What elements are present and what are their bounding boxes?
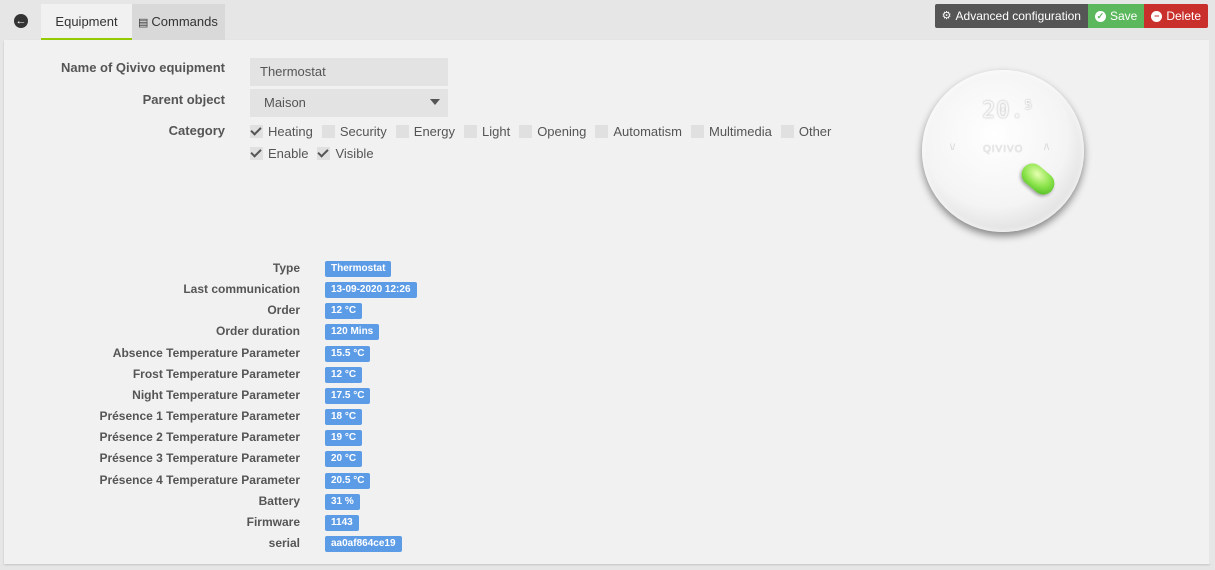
check-circle-icon: ✓ xyxy=(1094,10,1106,22)
info-label: Absence Temperature Parameter xyxy=(112,346,300,360)
info-label: Last communication xyxy=(183,282,300,296)
minus-circle-icon: − xyxy=(1151,10,1163,22)
advanced-configuration-label: Advanced configuration xyxy=(955,9,1081,23)
info-value-badge: 18 °C xyxy=(325,409,363,425)
info-label: Firmware xyxy=(246,515,300,529)
info-value-badge: 13-09-2020 12:26 xyxy=(325,282,417,298)
info-value-badge: 120 Mins xyxy=(325,324,380,340)
checkbox-box xyxy=(519,124,533,138)
info-value-badge: Thermostat xyxy=(325,261,392,277)
tab-equipment[interactable]: Equipment xyxy=(41,4,132,40)
category-checkbox[interactable]: Security xyxy=(321,123,387,139)
list-icon: ▤ xyxy=(138,17,149,29)
info-value-badge: 19 °C xyxy=(325,430,363,446)
category-label: Multimedia xyxy=(708,123,772,139)
checkbox-box xyxy=(463,124,477,138)
thermostat-image: 20.5 \/ QIVIVO /\ xyxy=(922,70,1084,232)
chevron-down-icon: \/ xyxy=(950,142,956,152)
category-label: Other xyxy=(798,123,832,139)
status-checkboxes: Enable Visible xyxy=(250,144,383,162)
category-label: Opening xyxy=(537,123,587,139)
display-sup: 5 xyxy=(1024,98,1033,112)
parent-object-select[interactable]: Maison xyxy=(250,89,448,117)
info-label: Présence 4 Temperature Parameter xyxy=(99,473,300,487)
enable-checkbox[interactable]: Enable xyxy=(250,146,308,161)
category-checkbox[interactable]: Multimedia xyxy=(690,123,772,139)
cogs-icon: ⚙ xyxy=(941,10,952,22)
info-value-badge: 20 °C xyxy=(325,451,363,467)
category-checkbox[interactable]: Automatism xyxy=(595,124,682,139)
category-checkbox[interactable]: Opening xyxy=(519,124,586,139)
category-label: Automatism xyxy=(613,123,682,139)
delete-button[interactable]: − Delete xyxy=(1144,4,1208,28)
info-value-badge: 12 °C xyxy=(325,367,363,383)
info-label: Présence 2 Temperature Parameter xyxy=(99,430,300,444)
arrow-left-circle-icon: ← xyxy=(14,14,28,28)
action-buttons: ⚙ Advanced configuration ✓ Save − Delete xyxy=(934,4,1208,28)
save-button[interactable]: ✓ Save xyxy=(1087,4,1145,28)
chevron-down-icon xyxy=(430,99,440,105)
checkbox-box xyxy=(395,124,409,138)
info-value-badge: 1143 xyxy=(325,515,359,531)
category-label: Light xyxy=(481,123,511,139)
info-label: Order xyxy=(267,303,300,317)
category-checkboxes: Heating Security Energy Light Opening Automat… xyxy=(250,122,840,140)
tab-commands[interactable]: ▤ Commands xyxy=(132,4,225,40)
checkbox-box xyxy=(690,124,704,138)
category-label: Energy xyxy=(413,123,455,139)
info-value-badge: aa0af864ce19 xyxy=(325,536,402,552)
info-label: Présence 3 Temperature Parameter xyxy=(99,451,300,465)
checkbox-box xyxy=(317,146,331,160)
category-label: Heating xyxy=(268,123,313,139)
checkbox-box xyxy=(250,146,263,160)
advanced-configuration-button[interactable]: ⚙ Advanced configuration xyxy=(934,4,1088,28)
delete-label: Delete xyxy=(1166,9,1201,23)
save-label: Save xyxy=(1109,9,1138,23)
visible-label: Visible xyxy=(335,145,374,161)
thermostat-display: 20.5 xyxy=(982,98,1033,123)
category-checkbox[interactable]: Light xyxy=(463,123,511,139)
checkbox-box xyxy=(321,124,335,138)
enable-label: Enable xyxy=(268,145,309,161)
tab-commands-label: Commands xyxy=(151,14,218,29)
category-checkbox[interactable]: Heating xyxy=(250,124,313,139)
tab-equipment-label: Equipment xyxy=(55,14,118,29)
info-value-badge: 17.5 °C xyxy=(325,388,371,404)
info-label: Type xyxy=(272,261,300,275)
checkbox-box xyxy=(595,124,609,138)
category-label: Category xyxy=(168,123,225,138)
info-value-badge: 15.5 °C xyxy=(325,346,371,362)
info-label: Order duration xyxy=(215,324,300,338)
back-button[interactable]: ← xyxy=(8,8,34,34)
visible-checkbox[interactable]: Visible xyxy=(317,145,374,161)
info-label: Frost Temperature Parameter xyxy=(132,367,300,381)
device-brand: QIVIVO xyxy=(983,144,1024,155)
scrollbar[interactable] xyxy=(1209,40,1215,564)
category-label: Security xyxy=(339,123,387,139)
chevron-up-icon: /\ xyxy=(1044,142,1050,152)
info-value-badge: 31 % xyxy=(325,494,360,510)
info-value-badge: 12 °C xyxy=(325,303,363,319)
display-main: 20. xyxy=(982,98,1025,124)
equipment-name-input[interactable] xyxy=(250,58,448,86)
info-label: Présence 1 Temperature Parameter xyxy=(99,409,300,423)
led-indicator xyxy=(1017,159,1059,199)
parent-object-label: Parent object xyxy=(142,92,225,107)
info-label: serial xyxy=(268,536,300,550)
category-checkbox[interactable]: Other xyxy=(780,123,832,139)
checkbox-box xyxy=(250,124,263,138)
info-label: Night Temperature Parameter xyxy=(132,388,300,402)
name-label: Name of Qivivo equipment xyxy=(61,60,225,75)
parent-object-value: Maison xyxy=(264,95,306,110)
category-checkbox[interactable]: Energy xyxy=(395,123,455,139)
info-value-badge: 20.5 °C xyxy=(325,473,371,489)
info-label: Battery xyxy=(258,494,300,508)
checkbox-box xyxy=(780,124,794,138)
